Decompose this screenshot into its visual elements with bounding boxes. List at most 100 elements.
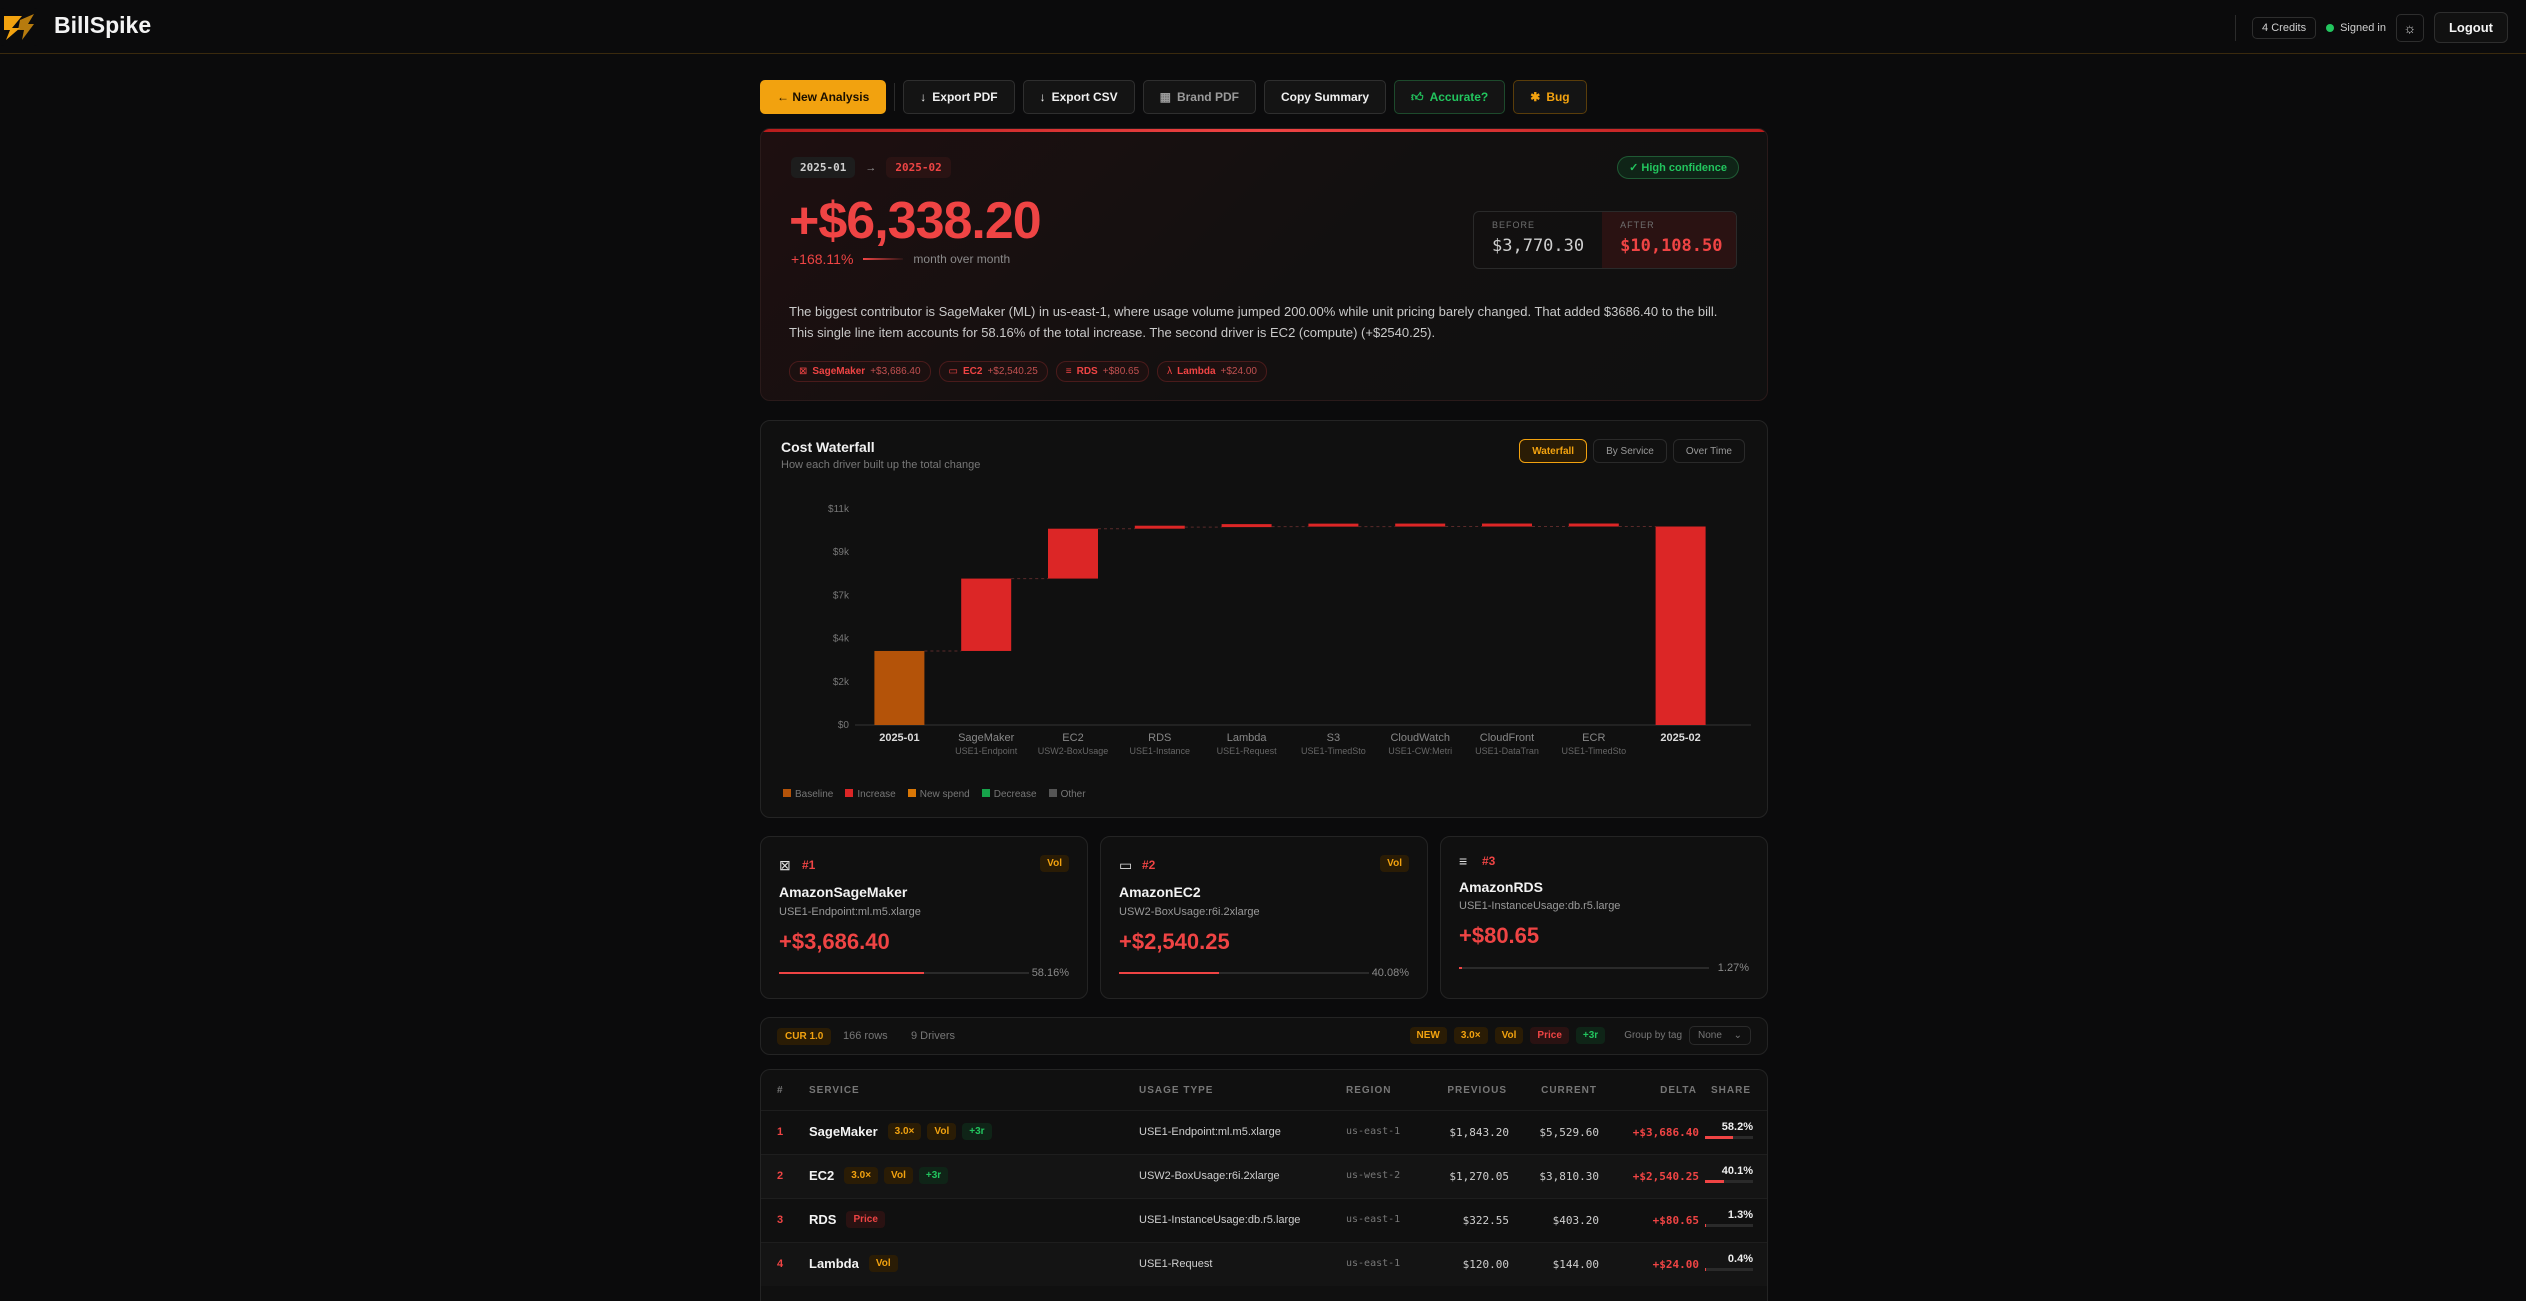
row-badge: +3r — [962, 1123, 992, 1140]
share-bar — [779, 972, 1029, 974]
x-tick-sublabel: USE1-Request — [1217, 746, 1278, 756]
row-share-cell: 58.2% — [1705, 1121, 1753, 1139]
x-tick-sublabel: USE1-Instance — [1130, 746, 1191, 756]
logout-button[interactable]: Logout — [2433, 12, 2508, 43]
new-analysis-button[interactable]: ← New Analysis — [760, 80, 887, 114]
driver-rank: #3 — [1482, 854, 1496, 868]
row-share-bar — [1705, 1268, 1753, 1271]
column-header[interactable]: USAGE TYPE — [1139, 1085, 1213, 1096]
export-csv-label: Export CSV — [1051, 90, 1118, 104]
accurate-feedback-button[interactable]: 👍︎ Accurate? — [1394, 80, 1506, 114]
x-tick-label: 2025-01 — [879, 732, 919, 744]
driver-card[interactable]: ≡ #3 AmazonRDS USE1-InstanceUsage:db.r5.… — [1440, 836, 1768, 999]
driver-chip[interactable]: ⊠ SageMaker +$3,686.40 — [789, 361, 931, 382]
thumbs-up-icon: 👍︎ — [1411, 89, 1424, 104]
row-badge: Vol — [927, 1123, 957, 1140]
table-row[interactable]: 2 EC2 3.0× Vol +3r USW2-BoxUsage:r6i.2xlarge u… — [761, 1154, 1767, 1198]
driver-card[interactable]: ⊠ #1 Vol AmazonSageMaker USE1-Endpoint:m… — [760, 836, 1088, 999]
driver-chips: ⊠ SageMaker +$3,686.40 ▭ EC2 +$2,540.25 … — [789, 361, 1267, 382]
copy-summary-button[interactable]: Copy Summary — [1263, 80, 1387, 114]
column-header[interactable]: SHARE — [1711, 1085, 1751, 1096]
x-tick-sublabel: USW2-BoxUsage — [1038, 746, 1109, 756]
chart-legend: Baseline Increase New spend Decrease Oth… — [783, 789, 1086, 800]
monitor-icon: ▭ — [948, 366, 958, 377]
total-delta: +$6,338.20 — [789, 192, 1042, 250]
row-rank: 2 — [777, 1170, 784, 1182]
after-value: $10,108.50 — [1620, 236, 1723, 256]
column-header[interactable]: SERVICE — [809, 1085, 860, 1096]
y-tick-label: $4k — [833, 634, 850, 645]
waterfall-title: Cost Waterfall — [781, 439, 875, 455]
x-tick-label: S3 — [1327, 732, 1340, 744]
share-bar — [1119, 972, 1369, 974]
row-delta: +$2,540.25 — [1632, 1170, 1699, 1183]
y-tick-label: $2k — [833, 677, 850, 688]
column-header[interactable]: PREVIOUS — [1447, 1085, 1507, 1096]
driver-card[interactable]: ▭ #2 Vol AmazonEC2 USW2-BoxUsage:r6i.2xl… — [1100, 836, 1428, 999]
group-by-select[interactable]: None ⌄ — [1689, 1026, 1751, 1045]
top-bar: BillSpike 4 Credits Signed in ☼ Logout — [0, 0, 2526, 54]
percent-bar — [863, 258, 904, 260]
driver-usage-type: USW2-BoxUsage:r6i.2xlarge — [1119, 906, 1260, 918]
filter-badge-vol[interactable]: Vol — [1494, 1027, 1524, 1044]
row-share-cell: 0.4% — [1705, 1253, 1753, 1271]
driver-service: AmazonEC2 — [1119, 884, 1201, 900]
driver-chip[interactable]: λ Lambda +$24.00 — [1157, 361, 1267, 382]
billspike-logo-icon[interactable] — [0, 8, 38, 46]
group-by-label: Group by tag — [1624, 1030, 1682, 1041]
x-tick-sublabel: USE1-TimedSto — [1561, 746, 1626, 756]
legend-item: Decrease — [981, 789, 1037, 800]
row-region: us-east-1 — [1346, 1126, 1401, 1137]
theme-toggle-button[interactable]: ☼ — [2395, 13, 2424, 42]
brand-pdf-button[interactable]: ▦ Brand PDF — [1142, 80, 1256, 114]
before-value: $3,770.30 — [1492, 236, 1585, 256]
row-badge: Vol — [868, 1255, 898, 1272]
row-service-cell: EC2 3.0× Vol +3r — [809, 1167, 949, 1184]
bug-report-button[interactable]: ✱ Bug — [1513, 80, 1587, 114]
row-region: us-east-1 — [1346, 1258, 1401, 1269]
driver-share: 40.08% — [1371, 967, 1409, 979]
period-from: 2025-01 — [791, 157, 856, 178]
row-share: 40.1% — [1721, 1165, 1753, 1177]
export-csv-button[interactable]: ↓ Export CSV — [1022, 80, 1135, 114]
row-rank: 3 — [777, 1214, 784, 1226]
chart-view-tabs: Waterfall By Service Over Time — [1519, 439, 1745, 463]
x-tick-label: RDS — [1148, 732, 1171, 744]
waterfall-bar — [961, 578, 1012, 651]
row-service: EC2 — [809, 1168, 835, 1183]
row-previous: $1,843.20 — [1449, 1126, 1509, 1139]
driver-chip[interactable]: ≡ RDS +$80.65 — [1055, 361, 1150, 382]
driver-amount: +$2,540.25 — [1119, 929, 1230, 954]
filter-badge-regions[interactable]: +3r — [1575, 1027, 1606, 1044]
brand-name[interactable]: BillSpike — [54, 12, 151, 39]
before-label: BEFORE — [1492, 220, 1536, 230]
row-share-fill — [1705, 1224, 1707, 1227]
database-icon: ≡ — [1459, 853, 1468, 869]
filter-badge-price[interactable]: Price — [1530, 1027, 1569, 1044]
driver-usage-type: USE1-InstanceUsage:db.r5.large — [1459, 900, 1621, 912]
table-row[interactable]: 1 SageMaker 3.0× Vol +3r USE1-Endpoint:ml.m5.… — [761, 1110, 1767, 1154]
tab-by-service[interactable]: By Service — [1593, 439, 1667, 463]
export-pdf-button[interactable]: ↓ Export PDF — [903, 80, 1015, 114]
confidence-badge: ✓ High confidence — [1617, 156, 1739, 179]
credits-badge[interactable]: 4 Credits — [2252, 16, 2317, 39]
driver-tag: Vol — [1380, 855, 1409, 872]
column-header[interactable]: CURRENT — [1541, 1085, 1597, 1096]
after-label: AFTER — [1620, 220, 1655, 230]
row-rank: 4 — [777, 1258, 784, 1270]
column-header[interactable]: REGION — [1346, 1085, 1391, 1096]
accent-line — [761, 129, 1767, 132]
filter-badge-multiplier[interactable]: 3.0× — [1453, 1027, 1488, 1044]
driver-chip[interactable]: ▭ EC2 +$2,540.25 — [938, 361, 1048, 382]
tab-waterfall[interactable]: Waterfall — [1519, 439, 1588, 463]
table-row[interactable]: 3 RDS Price USE1-InstanceUsage:db.r5.large u… — [761, 1198, 1767, 1242]
filter-badge-new[interactable]: NEW — [1409, 1027, 1447, 1044]
before-block: BEFORE $3,770.30 — [1474, 212, 1602, 268]
driver-usage-type: USE1-Endpoint:ml.m5.xlarge — [779, 906, 921, 918]
row-region: us-west-2 — [1346, 1170, 1401, 1181]
column-header[interactable]: DELTA — [1660, 1085, 1697, 1096]
share-fill — [1119, 972, 1220, 974]
tab-over-time[interactable]: Over Time — [1672, 439, 1745, 463]
row-badge: +3r — [918, 1167, 949, 1184]
table-row[interactable]: 4 Lambda Vol USE1-Request us-east-1 $120.00 $1… — [761, 1242, 1767, 1286]
